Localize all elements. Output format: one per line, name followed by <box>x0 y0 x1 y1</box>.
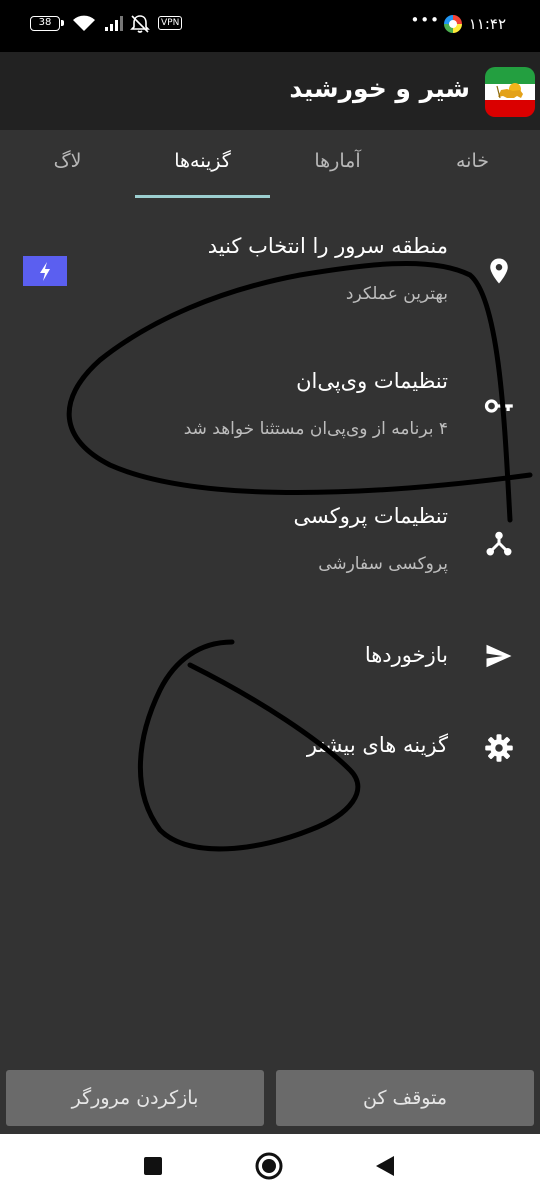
tab-indicator <box>135 195 270 198</box>
open-browser-button[interactable]: بازکردن مرورگر <box>6 1070 264 1126</box>
lightning-icon <box>40 262 50 281</box>
best-performance-badge <box>23 256 67 286</box>
server-region-title: منطقه سرور را انتخاب کنید <box>207 234 448 258</box>
bottom-actions: متوقف کن بازکردن مرورگر <box>0 1070 540 1126</box>
wifi-icon <box>73 15 95 31</box>
setting-server-region[interactable]: منطقه سرور را انتخاب کنید بهترین عملکرد <box>0 220 540 330</box>
gear-icon <box>485 734 513 762</box>
app-header: شیر و خورشید <box>0 52 540 130</box>
proxy-settings-subtitle: پروکسی سفارشی <box>318 554 448 574</box>
tab-options[interactable]: گزینه‌ها <box>135 150 270 172</box>
vpn-settings-subtitle: ۴ برنامه از وی‌پی‌ان مستثنا خواهد شد <box>183 419 448 439</box>
app-notification-icon <box>444 15 462 33</box>
signal-icon <box>105 16 123 31</box>
server-region-subtitle: بهترین عملکرد <box>345 284 448 304</box>
more-options-title: گزینه های بیشتر <box>306 733 448 757</box>
tab-home[interactable]: خانه <box>405 150 540 172</box>
recents-icon[interactable] <box>142 1155 164 1177</box>
location-pin-icon <box>490 258 508 284</box>
vpn-settings-title: تنظیمات وی‌پی‌ان <box>296 369 448 393</box>
battery-icon: 38 <box>30 16 64 31</box>
vpn-badge: VPN <box>158 16 183 30</box>
home-icon[interactable] <box>254 1151 284 1181</box>
notification-dots: ••• <box>410 11 440 29</box>
stop-button[interactable]: متوقف کن <box>276 1070 534 1126</box>
send-icon <box>486 644 512 668</box>
setting-vpn[interactable]: تنظیمات وی‌پی‌ان ۴ برنامه از وی‌پی‌ان مس… <box>0 355 540 465</box>
setting-feedback[interactable]: بازخوردها <box>0 625 540 695</box>
navigation-bar <box>0 1134 540 1200</box>
tab-bar: خانه آمارها گزینه‌ها لاگ <box>0 130 540 200</box>
network-icon <box>486 531 512 556</box>
iran-lion-sun-flag-icon <box>485 67 535 117</box>
status-time: ۱۱:۴۲ <box>468 15 506 33</box>
setting-proxy[interactable]: تنظیمات پروکسی پروکسی سفارشی <box>0 490 540 600</box>
back-icon[interactable] <box>374 1154 396 1178</box>
tab-stats[interactable]: آمارها <box>270 150 405 172</box>
setting-more-options[interactable]: گزینه های بیشتر <box>0 715 540 785</box>
feedback-title: بازخوردها <box>364 643 448 667</box>
app-title: شیر و خورشید <box>289 74 470 103</box>
tab-log[interactable]: لاگ <box>0 150 135 172</box>
status-bar: 38 VPN ••• ۱۱:۴۲ <box>0 0 540 52</box>
bell-off-icon <box>130 15 150 33</box>
proxy-settings-title: تنظیمات پروکسی <box>293 504 448 528</box>
key-icon <box>484 399 513 413</box>
